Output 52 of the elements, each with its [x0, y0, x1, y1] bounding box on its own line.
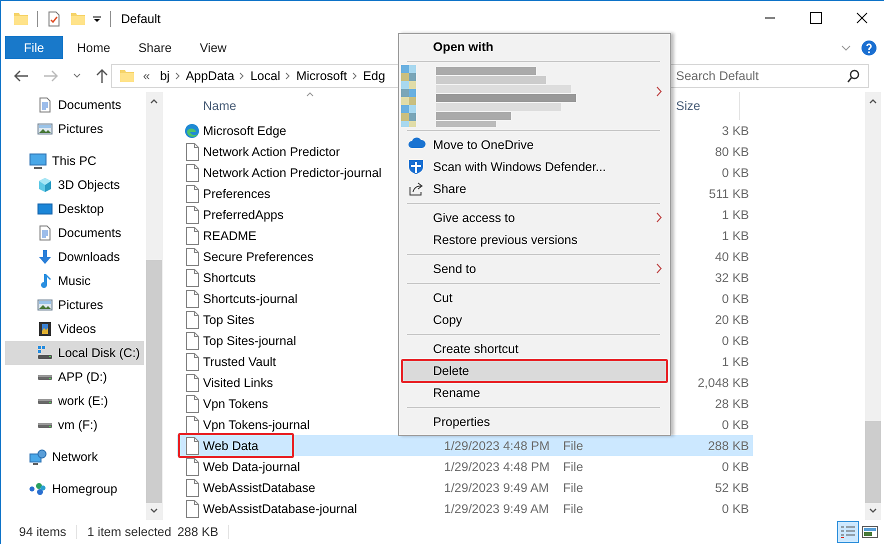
file-name: Vpn Tokens: [203, 396, 268, 410]
file-size: 0 KB: [720, 418, 749, 432]
file-name: README: [203, 228, 256, 242]
file-type: File: [563, 480, 584, 494]
file-name: Microsoft Edge: [203, 124, 286, 138]
file-size: 511 KB: [708, 186, 749, 200]
file-name: Preferences: [203, 186, 270, 200]
menu-header: Open with: [432, 39, 494, 56]
file-size: 3 KB: [720, 124, 749, 138]
file-size: 0 KB: [720, 292, 749, 306]
selection-size: 288 KB: [177, 525, 218, 539]
file-size: 52 KB: [714, 480, 749, 494]
search-placeholder: Search Default: [676, 69, 759, 83]
file-name: Shortcuts: [203, 270, 256, 284]
file-name: PreferredApps: [203, 208, 284, 222]
file-name: Secure Preferences: [203, 250, 314, 264]
selection-info: 1 item selected: [87, 525, 172, 539]
file-size: 0 KB: [720, 502, 749, 516]
window-title: Default: [121, 12, 161, 26]
date-modified: 1/29/2023 9:49 AM: [444, 502, 550, 516]
item-count: 94 items: [19, 525, 66, 539]
file-name: Web Data-journal: [203, 460, 300, 474]
file-size: 40 KB: [714, 250, 749, 264]
file-size: 32 KB: [714, 270, 749, 284]
file-size: 1 KB: [720, 208, 749, 222]
file-size: 28 KB: [714, 396, 749, 410]
file-size: 1 KB: [720, 228, 749, 242]
file-size: 288 KB: [706, 438, 749, 452]
file-name: Top Sites: [203, 312, 254, 326]
file-name: Top Sites-journal: [203, 334, 296, 348]
date-modified: 1/29/2023 9:49 AM: [444, 480, 550, 494]
file-type: File: [563, 502, 584, 516]
file-name: Vpn Tokens-journal: [203, 418, 310, 432]
date-modified: 1/29/2023 4:48 PM: [444, 460, 551, 474]
file-name: WebAssistDatabase: [203, 480, 316, 494]
file-name: Visited Links: [203, 376, 273, 390]
file-size: 20 KB: [714, 312, 749, 326]
file-name: Shortcuts-journal: [203, 292, 298, 306]
file-name: Network Action Predictor: [203, 144, 340, 158]
date-modified: 1/29/2023 4:48 PM: [444, 438, 551, 452]
file-name: Network Action Predictor-journal: [203, 166, 382, 180]
file-name: Trusted Vault: [203, 354, 276, 368]
file-type: File: [563, 460, 584, 474]
file-size: 1 KB: [720, 354, 749, 368]
file-size: 2,048 KB: [696, 376, 749, 390]
file-type: File: [563, 438, 584, 452]
file-size: 80 KB: [714, 144, 749, 158]
file-name: Web Data: [203, 438, 258, 452]
file-size: 0 KB: [720, 166, 749, 180]
file-size: 0 KB: [720, 334, 749, 348]
file-size: 0 KB: [720, 460, 749, 474]
file-name: WebAssistDatabase-journal: [203, 502, 358, 516]
